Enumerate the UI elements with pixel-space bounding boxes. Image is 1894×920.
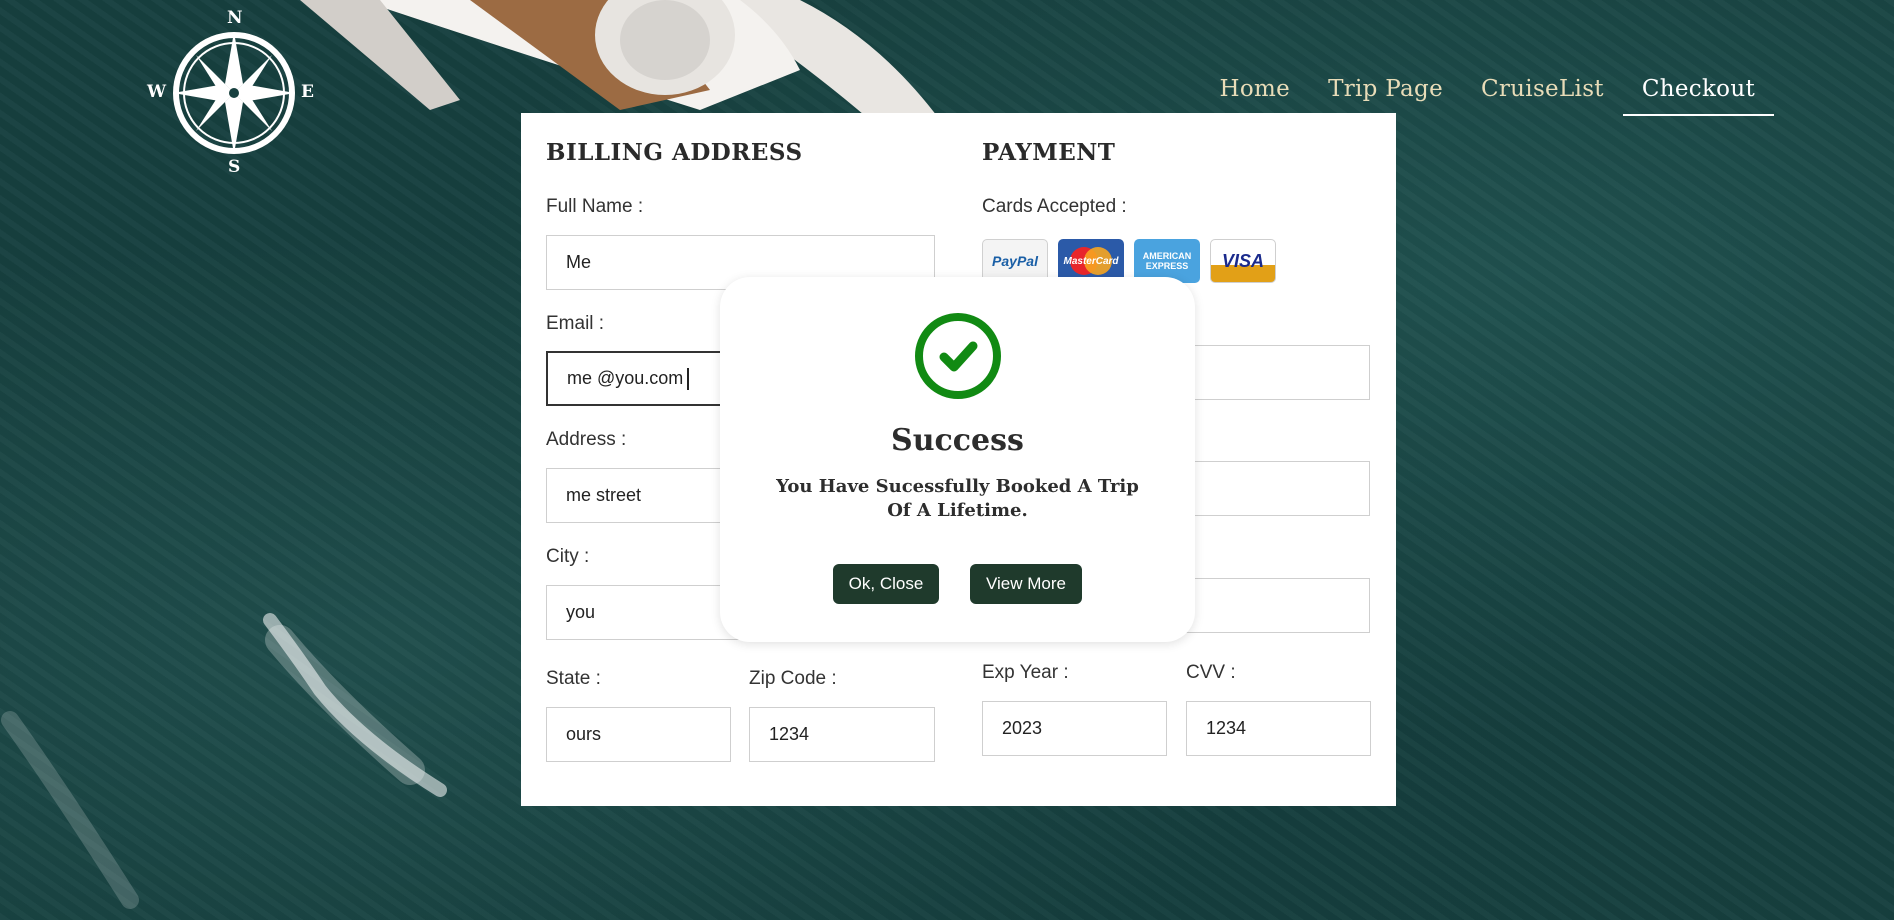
success-modal: Success You Have Sucessfully Booked A Tr… — [720, 277, 1195, 642]
success-message: You Have Sucessfully Booked A Trip Of A … — [776, 476, 1139, 521]
visa-card-icon: VISA — [1210, 239, 1276, 283]
yacht-image — [270, 0, 940, 120]
exp-year-value: 2023 — [1002, 718, 1043, 738]
text-caret — [687, 367, 690, 390]
compass-rose-logo[interactable]: N S W E — [147, 8, 314, 177]
compass-south-label: S — [228, 157, 241, 177]
mastercard-text: MasterCard — [1063, 255, 1119, 267]
state-value: ours — [566, 724, 602, 744]
compass-east-label: E — [301, 82, 314, 102]
full-name-label: Full Name : — [546, 196, 644, 217]
compass-west-label: W — [147, 82, 167, 102]
state-input[interactable]: ours — [546, 707, 731, 762]
check-circle-icon — [915, 313, 1001, 399]
compass-north-label: N — [227, 8, 243, 28]
payment-heading: PAYMENT — [982, 139, 1116, 166]
nav-cruiselist-link[interactable]: CruiseList — [1462, 76, 1623, 116]
zip-code-label: Zip Code : — [749, 668, 837, 689]
zip-code-value: 1234 — [769, 724, 810, 744]
wake-foam-2 — [1, 711, 139, 909]
cvv-input[interactable]: 1234 — [1186, 701, 1371, 756]
nav-home-link[interactable]: Home — [1201, 76, 1310, 116]
cards-accepted-label: Cards Accepted : — [982, 196, 1127, 217]
city-value: you — [566, 602, 596, 622]
billing-address-heading: BILLING ADDRESS — [546, 139, 803, 166]
address-label: Address : — [546, 429, 627, 450]
exp-year-input[interactable]: 2023 — [982, 701, 1167, 756]
email-value: me @you.com — [567, 368, 684, 388]
success-title: Success — [891, 423, 1024, 458]
compass-rose-icon — [173, 32, 295, 154]
city-label: City : — [546, 546, 590, 567]
exp-year-label: Exp Year : — [982, 662, 1069, 683]
nav-checkout-link[interactable]: Checkout — [1622, 76, 1774, 116]
state-label: State : — [546, 668, 601, 689]
cvv-value: 1234 — [1206, 718, 1247, 738]
nav-trip-page-link[interactable]: Trip Page — [1309, 76, 1462, 116]
view-more-button[interactable]: View More — [970, 564, 1082, 604]
email-label: Email : — [546, 313, 605, 334]
main-nav: Home Trip Page CruiseList Checkout — [1201, 76, 1774, 116]
wake-foam — [263, 613, 447, 797]
ok-close-button[interactable]: Ok, Close — [833, 564, 939, 604]
cvv-label: CVV : — [1186, 662, 1236, 683]
address-value: me street — [566, 485, 642, 505]
full-name-value: Me — [566, 252, 592, 272]
zip-code-input[interactable]: 1234 — [749, 707, 935, 762]
